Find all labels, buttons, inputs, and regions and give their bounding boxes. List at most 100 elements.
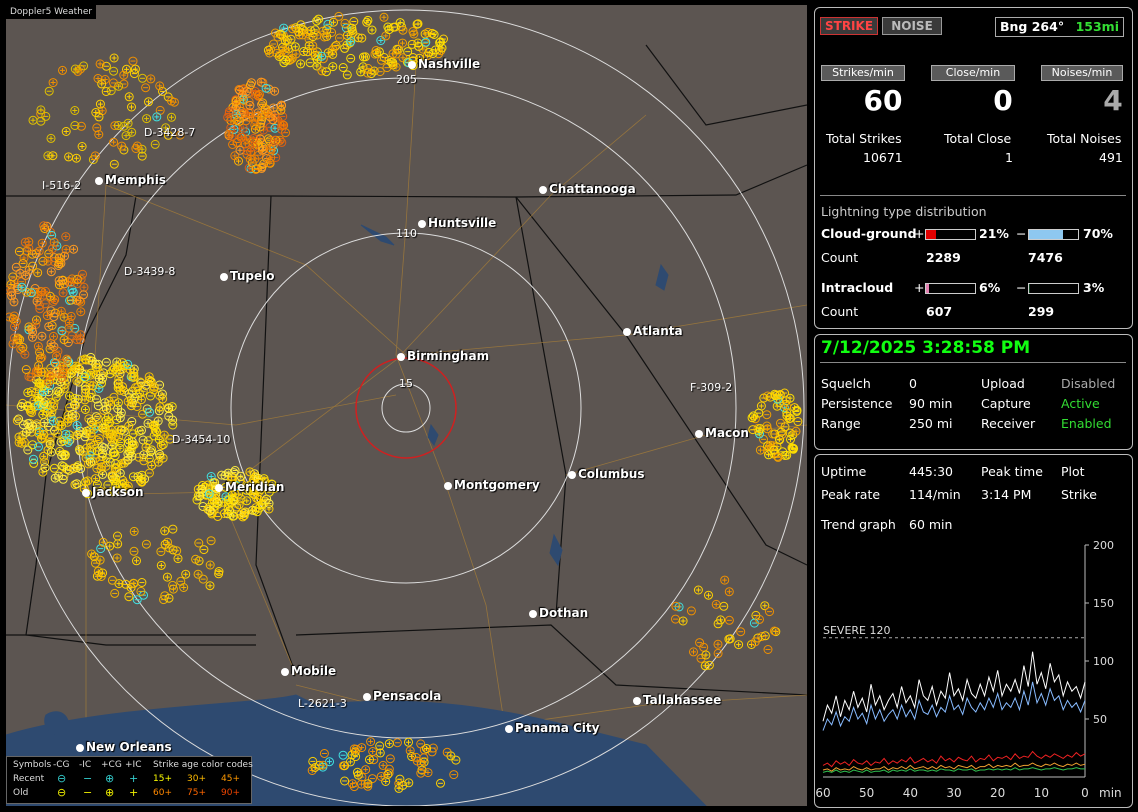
storm-tag[interactable]: L-2621-3 <box>298 697 347 710</box>
strike-sign <box>195 571 201 577</box>
capture-value[interactable]: Active <box>1061 396 1100 411</box>
strike-sign <box>38 107 44 113</box>
strike-sign <box>247 469 253 475</box>
strike-sign <box>41 223 47 229</box>
strike-sign <box>63 431 69 437</box>
storm-tag[interactable]: D-3454-10 <box>172 433 230 446</box>
lightning-map[interactable]: Nashville Memphis Chattanooga Huntsville Tup… <box>6 5 807 806</box>
storm-tag[interactable]: D-3428-7 <box>144 126 195 139</box>
city-label: Mobile <box>291 664 337 678</box>
city-label: Jackson <box>92 485 144 499</box>
neg-cg-old-icon: ⊖ <box>57 786 67 799</box>
legend-neg-ic: -IC <box>79 760 92 770</box>
receiver-label: Receiver <box>981 416 1036 431</box>
noise-button[interactable]: NOISE <box>882 17 942 35</box>
plot-value[interactable]: Strike <box>1061 487 1097 502</box>
datetime: 7/12/2025 3:28:58 PM <box>821 338 1031 358</box>
city-marker <box>695 430 703 438</box>
ic-positive-count: 607 <box>926 304 953 319</box>
city-marker <box>505 725 513 733</box>
strike-sign <box>39 369 45 375</box>
total-noises-label: Total Noises <box>1047 131 1122 146</box>
range-value: 250 mi <box>909 416 953 431</box>
pos-cg-recent-icon: ⊕ <box>105 772 115 785</box>
strike-sign <box>50 80 56 86</box>
ic-positive-pct: 6% <box>979 280 1001 295</box>
city-marker <box>623 328 631 336</box>
strike-sign <box>41 419 47 425</box>
strike-stats-panel: STRIKE NOISE Bng 264° 153mi Strikes/min … <box>814 7 1133 329</box>
ic-negative-count: 299 <box>1028 304 1055 319</box>
severe-threshold-label: SEVERE 120 <box>823 624 891 637</box>
city-label: Meridian <box>225 480 285 494</box>
age-45: 45+ <box>221 774 240 784</box>
age-15: 15+ <box>153 774 172 784</box>
map-legend: Symbols -CG -IC +CG +IC Strike age color… <box>6 756 253 804</box>
strike-sign <box>51 333 57 339</box>
storm-tag[interactable]: I-516-2 <box>42 179 81 192</box>
trend-series-1 <box>822 681 1086 731</box>
y-tick-label: 100 <box>1093 655 1114 668</box>
age-60: 60+ <box>153 788 172 798</box>
cg-negative-count: 7476 <box>1028 250 1063 265</box>
strike-sign <box>292 44 298 50</box>
x-tick-label: 50 <box>859 786 874 800</box>
city-label: Huntsville <box>428 216 497 230</box>
strike-sign <box>73 155 79 161</box>
route-label: 205 <box>396 73 417 86</box>
strike-button[interactable]: STRIKE <box>820 17 878 35</box>
strike-sign <box>72 108 78 114</box>
city-marker <box>408 61 416 69</box>
legend-symbols-header: Symbols <box>13 760 52 770</box>
city-label: Chattanooga <box>549 182 636 196</box>
strike-sign <box>722 577 728 583</box>
strike-sign <box>40 411 46 417</box>
route-label: 110 <box>396 227 417 240</box>
strike-sign <box>181 584 187 590</box>
strike-sign <box>114 555 120 561</box>
strike-sign <box>59 328 65 334</box>
legend-recent-label: Recent <box>13 774 45 784</box>
distribution-title: Lightning type distribution <box>821 204 987 219</box>
strike-sign <box>237 147 243 153</box>
peak-rate-value: 114/min <box>909 487 961 502</box>
strike-sign <box>149 462 155 468</box>
strike-sign <box>762 603 768 609</box>
range-label: Range <box>821 416 861 431</box>
strikes-per-min-value: 60 <box>863 84 903 117</box>
range-rings <box>7 9 805 806</box>
storm-tag[interactable]: F-309-2 <box>690 381 732 394</box>
ic-negative-pct: 3% <box>1083 280 1105 295</box>
strike-sign <box>144 116 150 122</box>
x-tick-label: 30 <box>946 786 961 800</box>
pos-ic-old-icon: + <box>129 786 139 799</box>
strike-sign <box>97 61 103 67</box>
persistence-label: Persistence <box>821 396 893 411</box>
strike-sign <box>157 404 163 410</box>
uptime-label: Uptime <box>821 464 867 479</box>
bearing-box: Bng 264° 153mi <box>995 17 1124 37</box>
strike-sign <box>680 618 686 624</box>
strike-sign <box>330 64 336 70</box>
storm-tag[interactable]: D-3439-8 <box>124 265 175 278</box>
strike-sign <box>99 108 105 114</box>
receiver-value[interactable]: Enabled <box>1061 416 1112 431</box>
upload-value[interactable]: Disabled <box>1061 376 1115 391</box>
neg-ic-old-icon: − <box>83 786 93 799</box>
strike-sign <box>131 528 137 534</box>
city-marker <box>418 220 426 228</box>
city-marker <box>444 482 452 490</box>
y-tick-label: 150 <box>1093 597 1114 610</box>
strike-sign <box>702 663 708 669</box>
strike-sign <box>35 270 41 276</box>
strike-sign <box>207 583 213 589</box>
strike-sign <box>293 51 299 57</box>
strike-sign <box>48 135 54 141</box>
strike-sign <box>79 143 85 149</box>
city-label: Atlanta <box>633 324 683 338</box>
strike-sign <box>97 101 103 107</box>
strike-sign <box>129 104 135 110</box>
strike-sign <box>96 131 102 137</box>
strikes-per-min-header: Strikes/min <box>821 65 905 81</box>
ic-minus-sign: − <box>1016 280 1027 295</box>
